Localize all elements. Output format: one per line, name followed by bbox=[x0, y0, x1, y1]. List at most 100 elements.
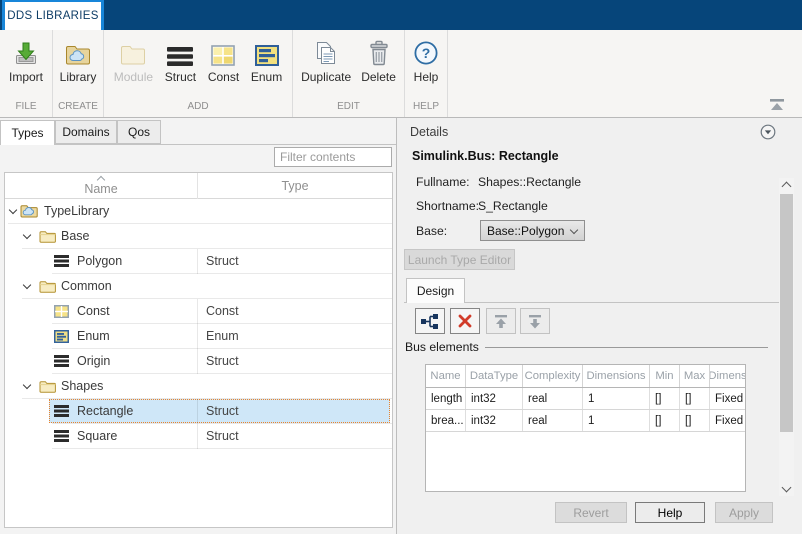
tree-row-const[interactable]: Const Const bbox=[5, 299, 392, 324]
library-button[interactable]: Library bbox=[58, 37, 99, 85]
enum-button[interactable]: Enum bbox=[249, 37, 284, 85]
module-button: Module bbox=[112, 37, 155, 85]
panel-menu-icon[interactable] bbox=[760, 124, 776, 140]
cell-name[interactable]: brea... bbox=[426, 410, 466, 431]
cell-datatype[interactable]: int32 bbox=[466, 410, 523, 431]
tree-header: Name Type bbox=[5, 173, 392, 199]
chevron-down-icon[interactable] bbox=[23, 281, 31, 289]
enum-icon bbox=[54, 330, 69, 343]
bus-elements-table: Name DataType Complexity Dimensions Min … bbox=[425, 364, 746, 492]
cell-name[interactable]: length bbox=[426, 388, 466, 409]
tab-domains[interactable]: Domains bbox=[55, 120, 117, 144]
tab-qos[interactable]: Qos bbox=[117, 120, 161, 144]
cell-max[interactable]: [] bbox=[680, 410, 710, 431]
base-type-dropdown[interactable]: Base::Polygon bbox=[480, 220, 585, 241]
struct-label: Struct bbox=[165, 70, 196, 84]
tree-item-label: Square bbox=[77, 424, 117, 449]
tab-design[interactable]: Design bbox=[406, 278, 465, 303]
cloud-folder-icon bbox=[20, 204, 38, 218]
tree-row-origin[interactable]: Origin Struct bbox=[5, 349, 392, 374]
delete-button[interactable]: Delete bbox=[359, 37, 398, 85]
import-label: Import bbox=[9, 70, 43, 84]
struct-button[interactable]: Struct bbox=[163, 37, 198, 85]
tree-row-shapes[interactable]: Shapes bbox=[5, 374, 392, 399]
launch-type-editor-label: Launch Type Editor bbox=[408, 253, 511, 267]
cell-min[interactable]: [] bbox=[650, 410, 680, 431]
bus-element-icon bbox=[421, 313, 439, 330]
tree-rows: TypeLibrary Base bbox=[5, 199, 392, 527]
ribbon-section-add: Module Struct bbox=[104, 30, 293, 117]
tab-types[interactable]: Types bbox=[0, 120, 55, 145]
const-label: Const bbox=[208, 70, 239, 84]
table-row[interactable]: length int32 real 1 [] [] Fixed bbox=[426, 388, 745, 410]
col-dimensions: Dimensions bbox=[583, 365, 650, 387]
scroll-up-icon[interactable] bbox=[782, 182, 792, 192]
col-complexity: Complexity bbox=[523, 365, 583, 387]
delete-element-button[interactable] bbox=[450, 308, 480, 334]
cell-min[interactable]: [] bbox=[650, 388, 680, 409]
section-label-file: FILE bbox=[0, 100, 52, 117]
chevron-down-icon[interactable] bbox=[9, 206, 17, 214]
cell-dimensions[interactable]: 1 bbox=[583, 410, 650, 431]
module-icon bbox=[120, 38, 146, 66]
bus-elements-rule bbox=[485, 347, 768, 348]
tree-row-base[interactable]: Base bbox=[5, 224, 392, 249]
move-down-button bbox=[520, 308, 550, 334]
tree-row-typelibrary[interactable]: TypeLibrary bbox=[5, 199, 392, 224]
chevron-down-icon[interactable] bbox=[23, 231, 31, 239]
section-label-create: CREATE bbox=[53, 100, 103, 117]
table-row[interactable]: brea... int32 real 1 [] [] Fixed bbox=[426, 410, 745, 432]
bus-table-header: Name DataType Complexity Dimensions Min … bbox=[426, 365, 745, 388]
cell-dimensions-mode[interactable]: Fixed bbox=[710, 410, 745, 431]
tab-dds-libraries[interactable]: DDS LIBRARIES bbox=[2, 0, 104, 30]
column-header-type[interactable]: Type bbox=[197, 173, 392, 199]
cell-complexity[interactable]: real bbox=[523, 388, 583, 409]
chevron-down-icon[interactable] bbox=[23, 381, 31, 389]
svg-text:?: ? bbox=[422, 45, 431, 61]
tree-row-rectangle-selected[interactable]: Rectangle Struct bbox=[5, 399, 392, 424]
cell-datatype[interactable]: int32 bbox=[466, 388, 523, 409]
const-button[interactable]: Const bbox=[206, 37, 241, 85]
struct-icon bbox=[54, 405, 69, 417]
section-label-help: HELP bbox=[405, 100, 447, 117]
help-button[interactable]: ? Help bbox=[411, 37, 441, 85]
details-scrollbar[interactable] bbox=[779, 178, 794, 496]
tree-item-label: Shapes bbox=[61, 374, 103, 399]
tree-row-enum[interactable]: Enum Enum bbox=[5, 324, 392, 349]
cell-complexity[interactable]: real bbox=[523, 410, 583, 431]
column-divider bbox=[197, 249, 198, 274]
scroll-down-icon[interactable] bbox=[782, 483, 792, 493]
ribbon-toolbar: Import FILE Library CREATE bbox=[0, 30, 802, 118]
ribbon-section-file: Import FILE bbox=[0, 30, 53, 117]
scrollbar-thumb[interactable] bbox=[780, 194, 793, 432]
column-divider bbox=[197, 324, 198, 349]
section-label-add: ADD bbox=[104, 100, 292, 117]
library-icon bbox=[65, 38, 91, 66]
import-icon bbox=[13, 38, 39, 66]
tree-item-label: Base bbox=[61, 224, 90, 249]
collapse-ribbon-icon[interactable] bbox=[769, 98, 785, 112]
import-button[interactable]: Import bbox=[7, 37, 45, 85]
column-divider bbox=[197, 424, 198, 449]
tree-item-type: Enum bbox=[206, 324, 239, 349]
tree-row-polygon[interactable]: Polygon Struct bbox=[5, 249, 392, 274]
column-divider bbox=[197, 349, 198, 374]
duplicate-icon bbox=[314, 38, 338, 66]
duplicate-button[interactable]: Duplicate bbox=[299, 37, 353, 85]
column-header-name[interactable]: Name bbox=[5, 173, 197, 199]
launch-type-editor-button: Launch Type Editor bbox=[404, 249, 515, 270]
struct-icon bbox=[167, 38, 193, 66]
filter-contents-input[interactable] bbox=[274, 147, 392, 167]
help-footer-button[interactable]: Help bbox=[635, 502, 705, 523]
tree-row-square[interactable]: Square Struct bbox=[5, 424, 392, 449]
move-down-icon bbox=[527, 314, 543, 329]
cell-dimensions[interactable]: 1 bbox=[583, 388, 650, 409]
add-bus-element-button[interactable] bbox=[415, 308, 445, 334]
tree-item-label: Common bbox=[61, 274, 112, 299]
cell-dimensions-mode[interactable]: Fixed bbox=[710, 388, 745, 409]
col-min: Min bbox=[650, 365, 680, 387]
cell-max[interactable]: [] bbox=[680, 388, 710, 409]
folder-icon bbox=[39, 230, 56, 243]
tree-row-common[interactable]: Common bbox=[5, 274, 392, 299]
tree-item-type: Const bbox=[206, 299, 239, 324]
